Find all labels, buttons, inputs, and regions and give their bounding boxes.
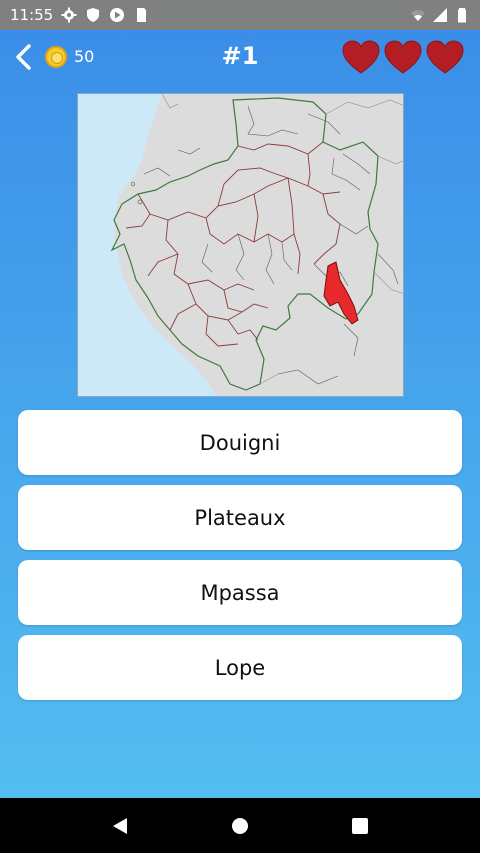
status-left: 11:55 — [10, 6, 149, 24]
answer-button-douigni[interactable]: Douigni — [18, 410, 462, 475]
nav-recents-button[interactable] — [349, 815, 371, 837]
chevron-left-icon — [16, 44, 31, 70]
nav-back-button[interactable] — [109, 815, 131, 837]
answer-button-plateaux[interactable]: Plateaux — [18, 485, 462, 550]
nav-home-button[interactable] — [229, 815, 251, 837]
navigation-bar — [0, 798, 480, 853]
status-right — [410, 7, 470, 23]
back-icon — [113, 817, 127, 834]
heart-icon — [384, 40, 422, 74]
coin-icon — [45, 46, 67, 68]
header: 50 #1 — [0, 30, 480, 86]
signal-icon — [433, 8, 447, 22]
lives — [342, 40, 464, 74]
map-image — [77, 93, 404, 397]
home-icon — [232, 817, 248, 834]
answer-list: Douigni Plateaux Mpassa Lope — [18, 410, 462, 710]
gabon-map — [78, 94, 403, 396]
answer-button-lope[interactable]: Lope — [18, 635, 462, 700]
play-icon — [110, 8, 125, 22]
battery-icon — [458, 8, 466, 23]
gear-icon — [61, 7, 77, 23]
recents-icon — [352, 817, 368, 834]
sd-card-icon — [137, 8, 147, 22]
shield-icon — [87, 8, 100, 22]
coin-count: 50 — [74, 47, 95, 66]
app-content: 50 #1 Douigni Plateaux Mpassa Lope — [0, 30, 480, 798]
status-bar: 11:55 — [0, 0, 480, 30]
wifi-icon — [411, 10, 425, 21]
question-number: #1 — [221, 42, 259, 70]
answer-button-mpassa[interactable]: Mpassa — [18, 560, 462, 625]
status-time: 11:55 — [10, 6, 54, 24]
heart-icon — [426, 40, 464, 74]
back-button[interactable] — [10, 42, 36, 72]
heart-icon — [342, 40, 380, 74]
